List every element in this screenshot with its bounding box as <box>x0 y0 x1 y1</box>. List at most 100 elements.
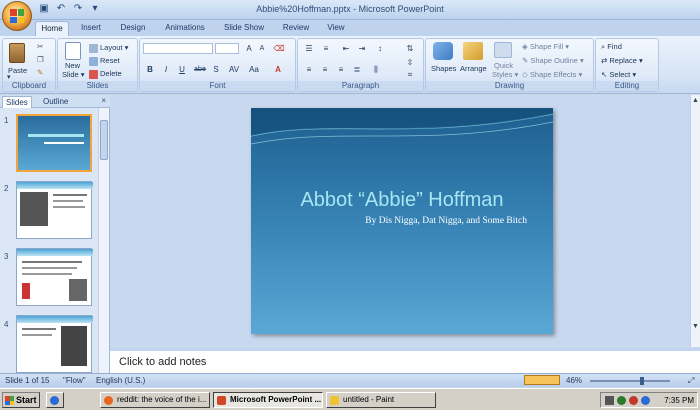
columns-icon[interactable]: ⫼ <box>370 64 382 75</box>
justify-icon[interactable]: ≣ <box>351 64 363 75</box>
slide-scrollbar[interactable]: ▲ ▼ <box>690 95 700 347</box>
zoom-slider[interactable] <box>590 380 670 382</box>
numbering-icon[interactable]: ≡ <box>320 43 332 54</box>
bullets-icon[interactable]: ☰ <box>303 43 315 54</box>
find-button[interactable]: ⌕ Find <box>601 42 622 52</box>
tab-insert[interactable]: Insert <box>78 21 104 36</box>
slide-thumbnail-4[interactable] <box>16 315 93 373</box>
slide-thumbnail-3[interactable] <box>16 248 93 306</box>
tab-home[interactable]: Home <box>35 21 69 36</box>
tray-icon[interactable] <box>641 396 650 405</box>
thumb-text-line <box>22 267 77 269</box>
slide-subtitle[interactable]: By Dis Nigga, Dat Nigga, and Some Bitch <box>365 216 527 226</box>
quick-styles-button[interactable]: Styles ▾ <box>492 70 518 80</box>
taskbar-item-paint[interactable]: untitled - Paint <box>326 392 436 408</box>
paragraph-group: ☰ ≡ ⇤ ⇥ ↕ ⇅ ≡ ≡ ≡ ≣ ⫼ ⇳ ⌗ Paragraph <box>297 38 424 92</box>
change-case-icon[interactable]: Aa <box>246 64 262 75</box>
zoom-level[interactable]: 46% <box>566 376 582 385</box>
thumb-text-line <box>53 206 85 208</box>
select-button[interactable]: ↖ Select ▾ <box>601 70 636 80</box>
clear-formatting-icon[interactable]: ⌫ <box>273 43 285 54</box>
shape-effects-button[interactable]: ◇ Shape Effects ▾ <box>522 70 582 80</box>
zoom-slider-thumb[interactable] <box>640 377 644 385</box>
reset-button[interactable]: Reset <box>89 56 120 66</box>
smartart-icon[interactable]: ⌗ <box>404 69 416 80</box>
decrease-indent-icon[interactable]: ⇤ <box>340 43 352 54</box>
shrink-font-icon[interactable]: A <box>256 43 268 54</box>
tab-slide-show[interactable]: Slide Show <box>222 21 266 36</box>
redo-icon[interactable]: ↷ <box>72 3 84 15</box>
delete-label: Delete <box>100 69 122 78</box>
thumb-text-line <box>22 328 56 330</box>
cut-icon[interactable]: ✂ <box>37 42 43 52</box>
character-spacing-icon[interactable]: AV <box>226 64 242 75</box>
font-color-icon[interactable]: A <box>272 64 284 75</box>
shapes-icon <box>433 42 453 60</box>
scroll-thumb[interactable] <box>100 120 108 160</box>
delete-button[interactable]: Delete <box>89 69 122 79</box>
clock[interactable]: 7:35 PM <box>664 396 694 405</box>
tab-outline[interactable]: Outline <box>40 96 71 108</box>
tab-view[interactable]: View <box>325 21 347 36</box>
delete-icon <box>89 69 98 79</box>
strikethrough-button[interactable]: abe <box>192 64 208 75</box>
language-indicator[interactable]: English (U.S.) <box>96 376 145 385</box>
increase-indent-icon[interactable]: ⇥ <box>356 43 368 54</box>
tab-slides[interactable]: Slides <box>2 96 32 108</box>
new-slide-button[interactable]: Slide ▾ <box>62 70 85 80</box>
layout-button[interactable]: Layout ▾ <box>89 43 128 53</box>
undo-icon[interactable]: ↶ <box>55 3 67 15</box>
align-text-icon[interactable]: ⇳ <box>404 57 416 68</box>
align-right-icon[interactable]: ≡ <box>335 64 347 75</box>
quick-launch-ie-icon[interactable] <box>46 392 64 408</box>
slide-title[interactable]: Abbot “Abbie” Hoffman <box>251 189 553 212</box>
office-button[interactable] <box>2 1 32 31</box>
font-name-combo[interactable] <box>143 43 213 54</box>
tray-icon[interactable] <box>617 396 626 405</box>
underline-button[interactable]: U <box>176 64 188 75</box>
editing-group: ⌕ Find ⇄ Replace ▾ ↖ Select ▾ Editing <box>595 38 659 92</box>
shape-fill-button[interactable]: ◈ Shape Fill ▾ <box>522 42 569 52</box>
shadow-button[interactable]: S <box>210 64 222 75</box>
copy-icon[interactable]: ❐ <box>37 55 44 65</box>
scroll-down-icon[interactable]: ▼ <box>692 323 699 330</box>
system-tray: 7:35 PM <box>600 392 698 408</box>
save-icon[interactable]: ▣ <box>38 3 50 15</box>
replace-button[interactable]: ⇄ Replace ▾ <box>601 56 643 66</box>
start-button[interactable]: Start <box>2 392 40 408</box>
text-direction-icon[interactable]: ⇅ <box>404 43 416 54</box>
view-buttons[interactable] <box>524 375 560 385</box>
shapes-button[interactable]: Shapes <box>431 64 456 74</box>
customize-qat-icon[interactable]: ▾ <box>89 3 101 15</box>
slide-thumbnail-1[interactable] <box>16 114 92 172</box>
line-spacing-icon[interactable]: ↕ <box>374 43 386 54</box>
font-size-combo[interactable] <box>215 43 239 54</box>
close-icon[interactable]: × <box>101 96 106 105</box>
thumb-text-line <box>22 261 82 263</box>
slide-count: Slide 1 of 15 <box>5 376 50 385</box>
notes-placeholder[interactable]: Click to add notes <box>119 356 206 368</box>
shape-outline-button[interactable]: ✎ Shape Outline ▾ <box>522 56 584 66</box>
tab-review[interactable]: Review <box>281 21 311 36</box>
thumb-text-line <box>22 273 72 275</box>
arrange-button[interactable]: Arrange <box>460 64 487 74</box>
paint-icon <box>330 396 339 405</box>
scroll-up-icon[interactable]: ▲ <box>692 97 699 104</box>
current-slide[interactable]: Abbot “Abbie” Hoffman By Dis Nigga, Dat … <box>251 108 553 334</box>
taskbar-item-reddit[interactable]: reddit: the voice of the i... <box>100 392 210 408</box>
bold-button[interactable]: B <box>144 64 156 75</box>
slides-pane-scrollbar[interactable] <box>98 108 109 373</box>
fit-to-window-icon[interactable]: ⤢ <box>688 376 694 386</box>
format-painter-icon[interactable]: ✎ <box>37 68 43 78</box>
tab-animations[interactable]: Animations <box>162 21 208 36</box>
align-center-icon[interactable]: ≡ <box>319 64 331 75</box>
taskbar-item-powerpoint[interactable]: Microsoft PowerPoint ... <box>213 392 323 408</box>
italic-button[interactable]: I <box>160 64 172 75</box>
notes-pane[interactable]: Click to add notes <box>110 348 700 373</box>
align-left-icon[interactable]: ≡ <box>303 64 315 75</box>
grow-font-icon[interactable]: A <box>243 43 255 54</box>
tab-design[interactable]: Design <box>118 21 148 36</box>
tray-icon[interactable] <box>629 396 638 405</box>
tray-icon[interactable] <box>605 396 614 405</box>
slide-thumbnail-2[interactable] <box>16 181 93 239</box>
